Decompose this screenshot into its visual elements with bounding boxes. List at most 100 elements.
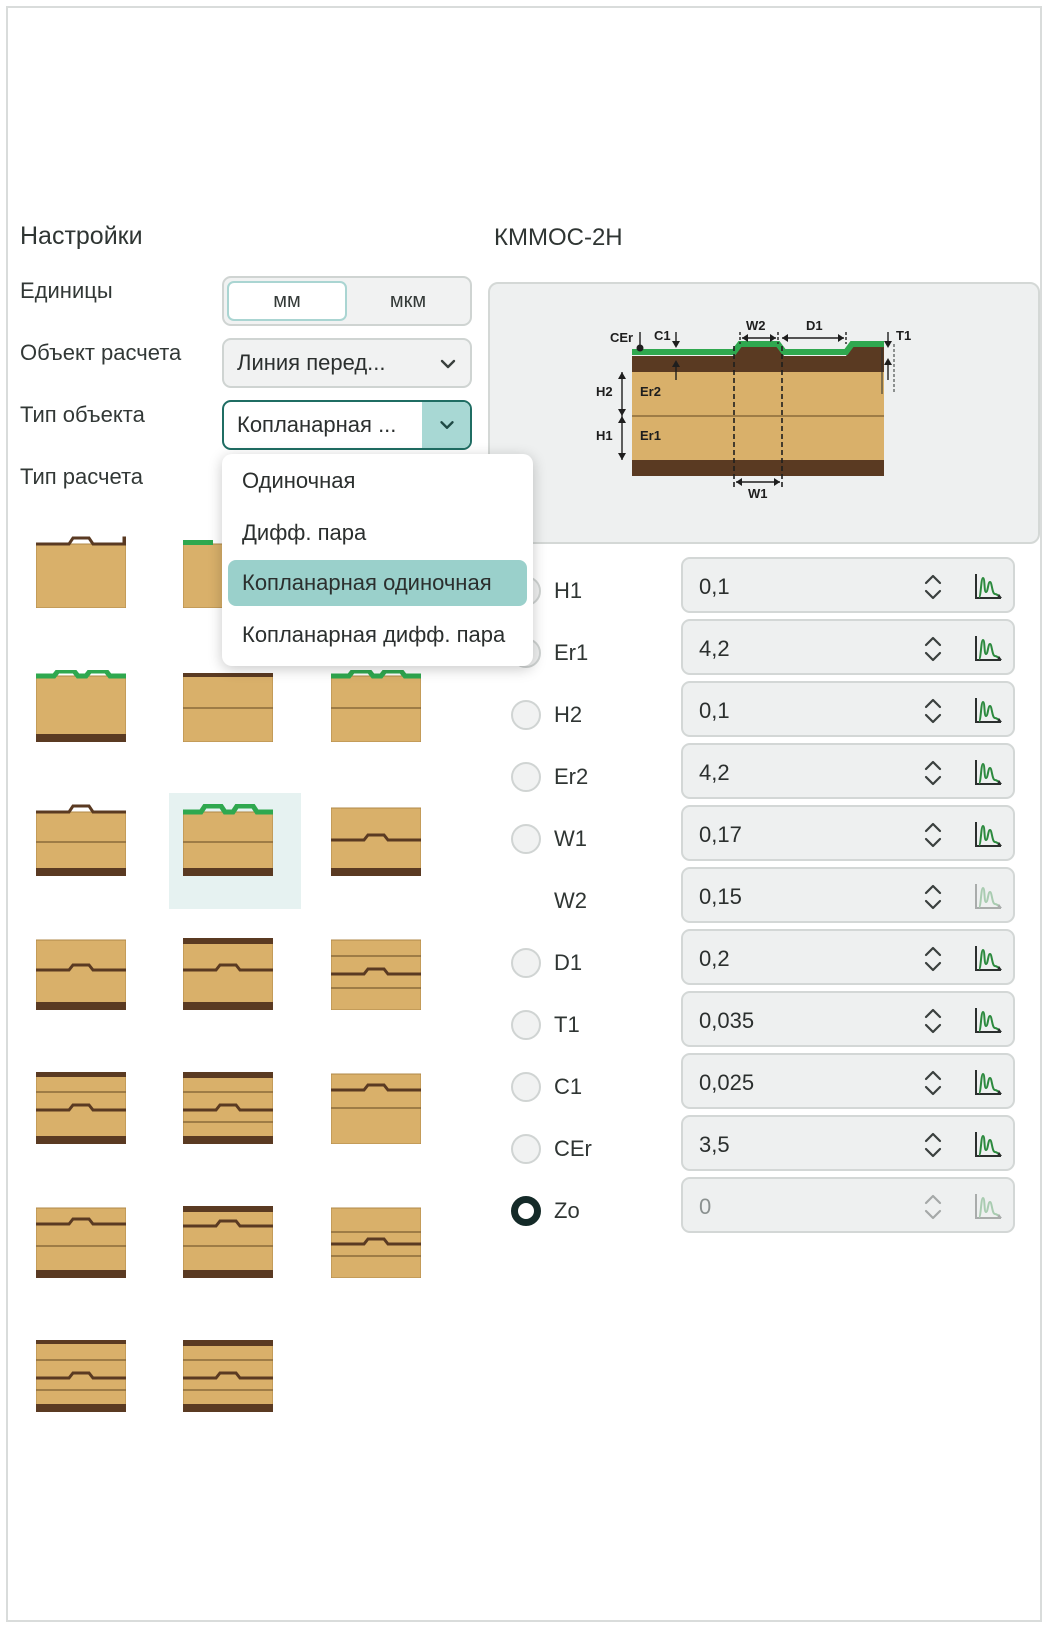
up-down-stepper-icon[interactable] [923,1193,943,1221]
structure-thumbnail[interactable] [183,938,273,1010]
structure-thumbnail[interactable] [331,804,421,876]
units-mm-button[interactable]: мм [227,281,347,321]
param-radio-h2[interactable] [511,700,541,730]
structure-thumbnail[interactable] [331,1206,421,1278]
diagram-label-h1: H1 [596,428,613,443]
structure-thumbnail[interactable] [36,536,126,608]
units-um-button[interactable]: мкм [348,281,468,321]
dropdown-item-coplanar-single[interactable]: Копланарная одиночная [228,560,527,606]
param-input-w1[interactable]: 0,17 [681,805,1015,861]
graph-icon[interactable] [973,1130,1003,1160]
object-type-toggle[interactable] [422,402,470,448]
param-label: T1 [554,1012,580,1037]
structure-thumbnail[interactable] [183,1206,273,1278]
object-type-label: Тип объекта [20,402,145,427]
param-label: CEr [554,1136,592,1161]
calc-object-select[interactable]: Линия перед... [222,338,472,388]
dropdown-item-diff-pair[interactable]: Дифф. пара [228,510,527,556]
structure-thumbnail[interactable] [331,1072,421,1144]
structure-thumbnail[interactable] [36,1072,126,1144]
cross-section-diagram-panel: W2 D1 W1 H2 H1 Er2 Er1 CEr C1 T1 [488,282,1040,544]
param-input-d1[interactable]: 0,2 [681,929,1015,985]
structure-thumbnail[interactable] [36,670,126,742]
param-input-w2[interactable]: 0,15 [681,867,1015,923]
param-value: 0,035 [699,1008,755,1033]
app-frame: Настройки Единицы мм мкм Объект расчета … [6,6,1042,1622]
param-label: W2 [554,888,587,913]
graph-icon[interactable] [973,820,1003,850]
graph-icon[interactable] [973,572,1003,602]
param-value: 4,2 [699,636,730,661]
param-input-h1[interactable]: 0,1 [681,557,1015,613]
up-down-stepper-icon[interactable] [923,945,943,973]
param-label: H1 [554,578,583,603]
param-radio-c1[interactable] [511,1072,541,1102]
structure-thumbnail[interactable] [183,1072,273,1144]
diagram-label-d1: D1 [806,318,823,333]
diagram-label-w1: W1 [748,486,768,501]
model-title: КММОС-2Н [494,224,623,251]
param-input-t1[interactable]: 0,035 [681,991,1015,1047]
diagram-label-w2: W2 [746,318,766,333]
param-value: 0,1 [699,698,730,723]
structure-thumbnail[interactable] [36,1340,126,1412]
param-radio-t1[interactable] [511,1010,541,1040]
diagram-label-er1: Er1 [640,428,661,443]
up-down-stepper-icon[interactable] [923,573,943,601]
param-radio-w1[interactable] [511,824,541,854]
up-down-stepper-icon[interactable] [923,821,943,849]
up-down-stepper-icon[interactable] [923,1069,943,1097]
object-type-dropdown: Одиночная Дифф. пара Копланарная одиночн… [222,454,533,666]
structure-thumbnail[interactable] [183,1340,273,1412]
graph-icon[interactable] [973,696,1003,726]
graph-icon[interactable] [973,1006,1003,1036]
param-label: Er1 [554,640,589,665]
param-value: 4,2 [699,760,730,785]
structure-thumbnail[interactable] [331,938,421,1010]
dropdown-item-coplanar-diff-pair[interactable]: Копланарная дифф. пара [228,612,527,658]
param-input-h2[interactable]: 0,1 [681,681,1015,737]
param-value: 3,5 [699,1132,730,1157]
chevron-down-icon [440,359,456,369]
structure-thumbnail[interactable] [331,670,421,742]
param-value: 0 [699,1194,712,1219]
param-input-zo[interactable]: 0 [681,1177,1015,1233]
param-input-cer[interactable]: 3,5 [681,1115,1015,1171]
up-down-stepper-icon[interactable] [923,1131,943,1159]
up-down-stepper-icon[interactable] [923,883,943,911]
param-radio-zo[interactable] [511,1196,541,1226]
units-label: Единицы [20,278,113,303]
param-radio-cer[interactable] [511,1134,541,1164]
graph-icon[interactable] [973,634,1003,664]
structure-thumbnail[interactable] [36,1206,126,1278]
up-down-stepper-icon[interactable] [923,1007,943,1035]
param-value: 0,17 [699,822,742,847]
param-label: C1 [554,1074,583,1099]
up-down-stepper-icon[interactable] [923,635,943,663]
param-value: 0,1 [699,574,730,599]
up-down-stepper-icon[interactable] [923,759,943,787]
graph-icon[interactable] [973,758,1003,788]
structure-thumbnail-selected[interactable] [183,804,273,876]
param-radio-d1[interactable] [511,948,541,978]
graph-icon[interactable] [973,944,1003,974]
structure-thumbnail[interactable] [36,938,126,1010]
param-value: 0,15 [699,884,742,909]
param-label: D1 [554,950,583,975]
param-input-er1[interactable]: 4,2 [681,619,1015,675]
param-radio-er2[interactable] [511,762,541,792]
up-down-stepper-icon[interactable] [923,697,943,725]
calc-type-label: Тип расчета [20,464,144,489]
dropdown-item-single[interactable]: Одиночная [228,458,527,504]
object-type-select[interactable]: Копланарная ... [222,400,472,450]
structure-thumbnail[interactable] [36,804,126,876]
diagram-label-er2: Er2 [640,384,661,399]
graph-icon[interactable] [973,1068,1003,1098]
param-value: 0,025 [699,1070,755,1095]
graph-icon[interactable] [973,882,1003,912]
param-input-er2[interactable]: 4,2 [681,743,1015,799]
param-input-c1[interactable]: 0,025 [681,1053,1015,1109]
calc-object-label: Объект расчета [20,340,182,365]
structure-thumbnail[interactable] [183,670,273,742]
graph-icon[interactable] [973,1192,1003,1222]
